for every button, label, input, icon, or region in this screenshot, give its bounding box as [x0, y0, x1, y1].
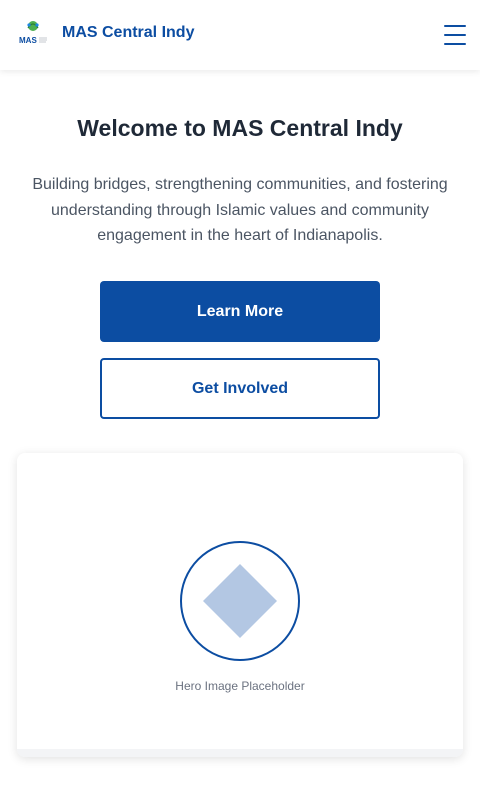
hero-subtitle: Building bridges, strengthening communit… [32, 176, 448, 244]
mas-logo[interactable]: MAS [17, 17, 49, 49]
brand-name[interactable]: MAS Central Indy [62, 24, 194, 42]
menu-bar-top [444, 25, 466, 27]
diamond-placeholder-icon [180, 541, 300, 661]
hamburger-menu-icon[interactable] [444, 25, 468, 45]
card-footer-strip [17, 749, 463, 757]
menu-bar-middle [444, 34, 466, 36]
hero-image-label: Hero Image Placeholder [175, 679, 305, 693]
learn-more-button[interactable]: Learn More [100, 281, 380, 342]
hero-title: Welcome to MAS Central Indy [77, 115, 403, 141]
hero-image-card: Hero Image Placeholder [17, 453, 463, 757]
site-header: MAS MAS Central Indy [0, 0, 480, 70]
menu-bar-bottom [444, 43, 466, 45]
get-involved-button[interactable]: Get Involved [100, 358, 380, 419]
svg-text:MAS: MAS [19, 36, 37, 45]
